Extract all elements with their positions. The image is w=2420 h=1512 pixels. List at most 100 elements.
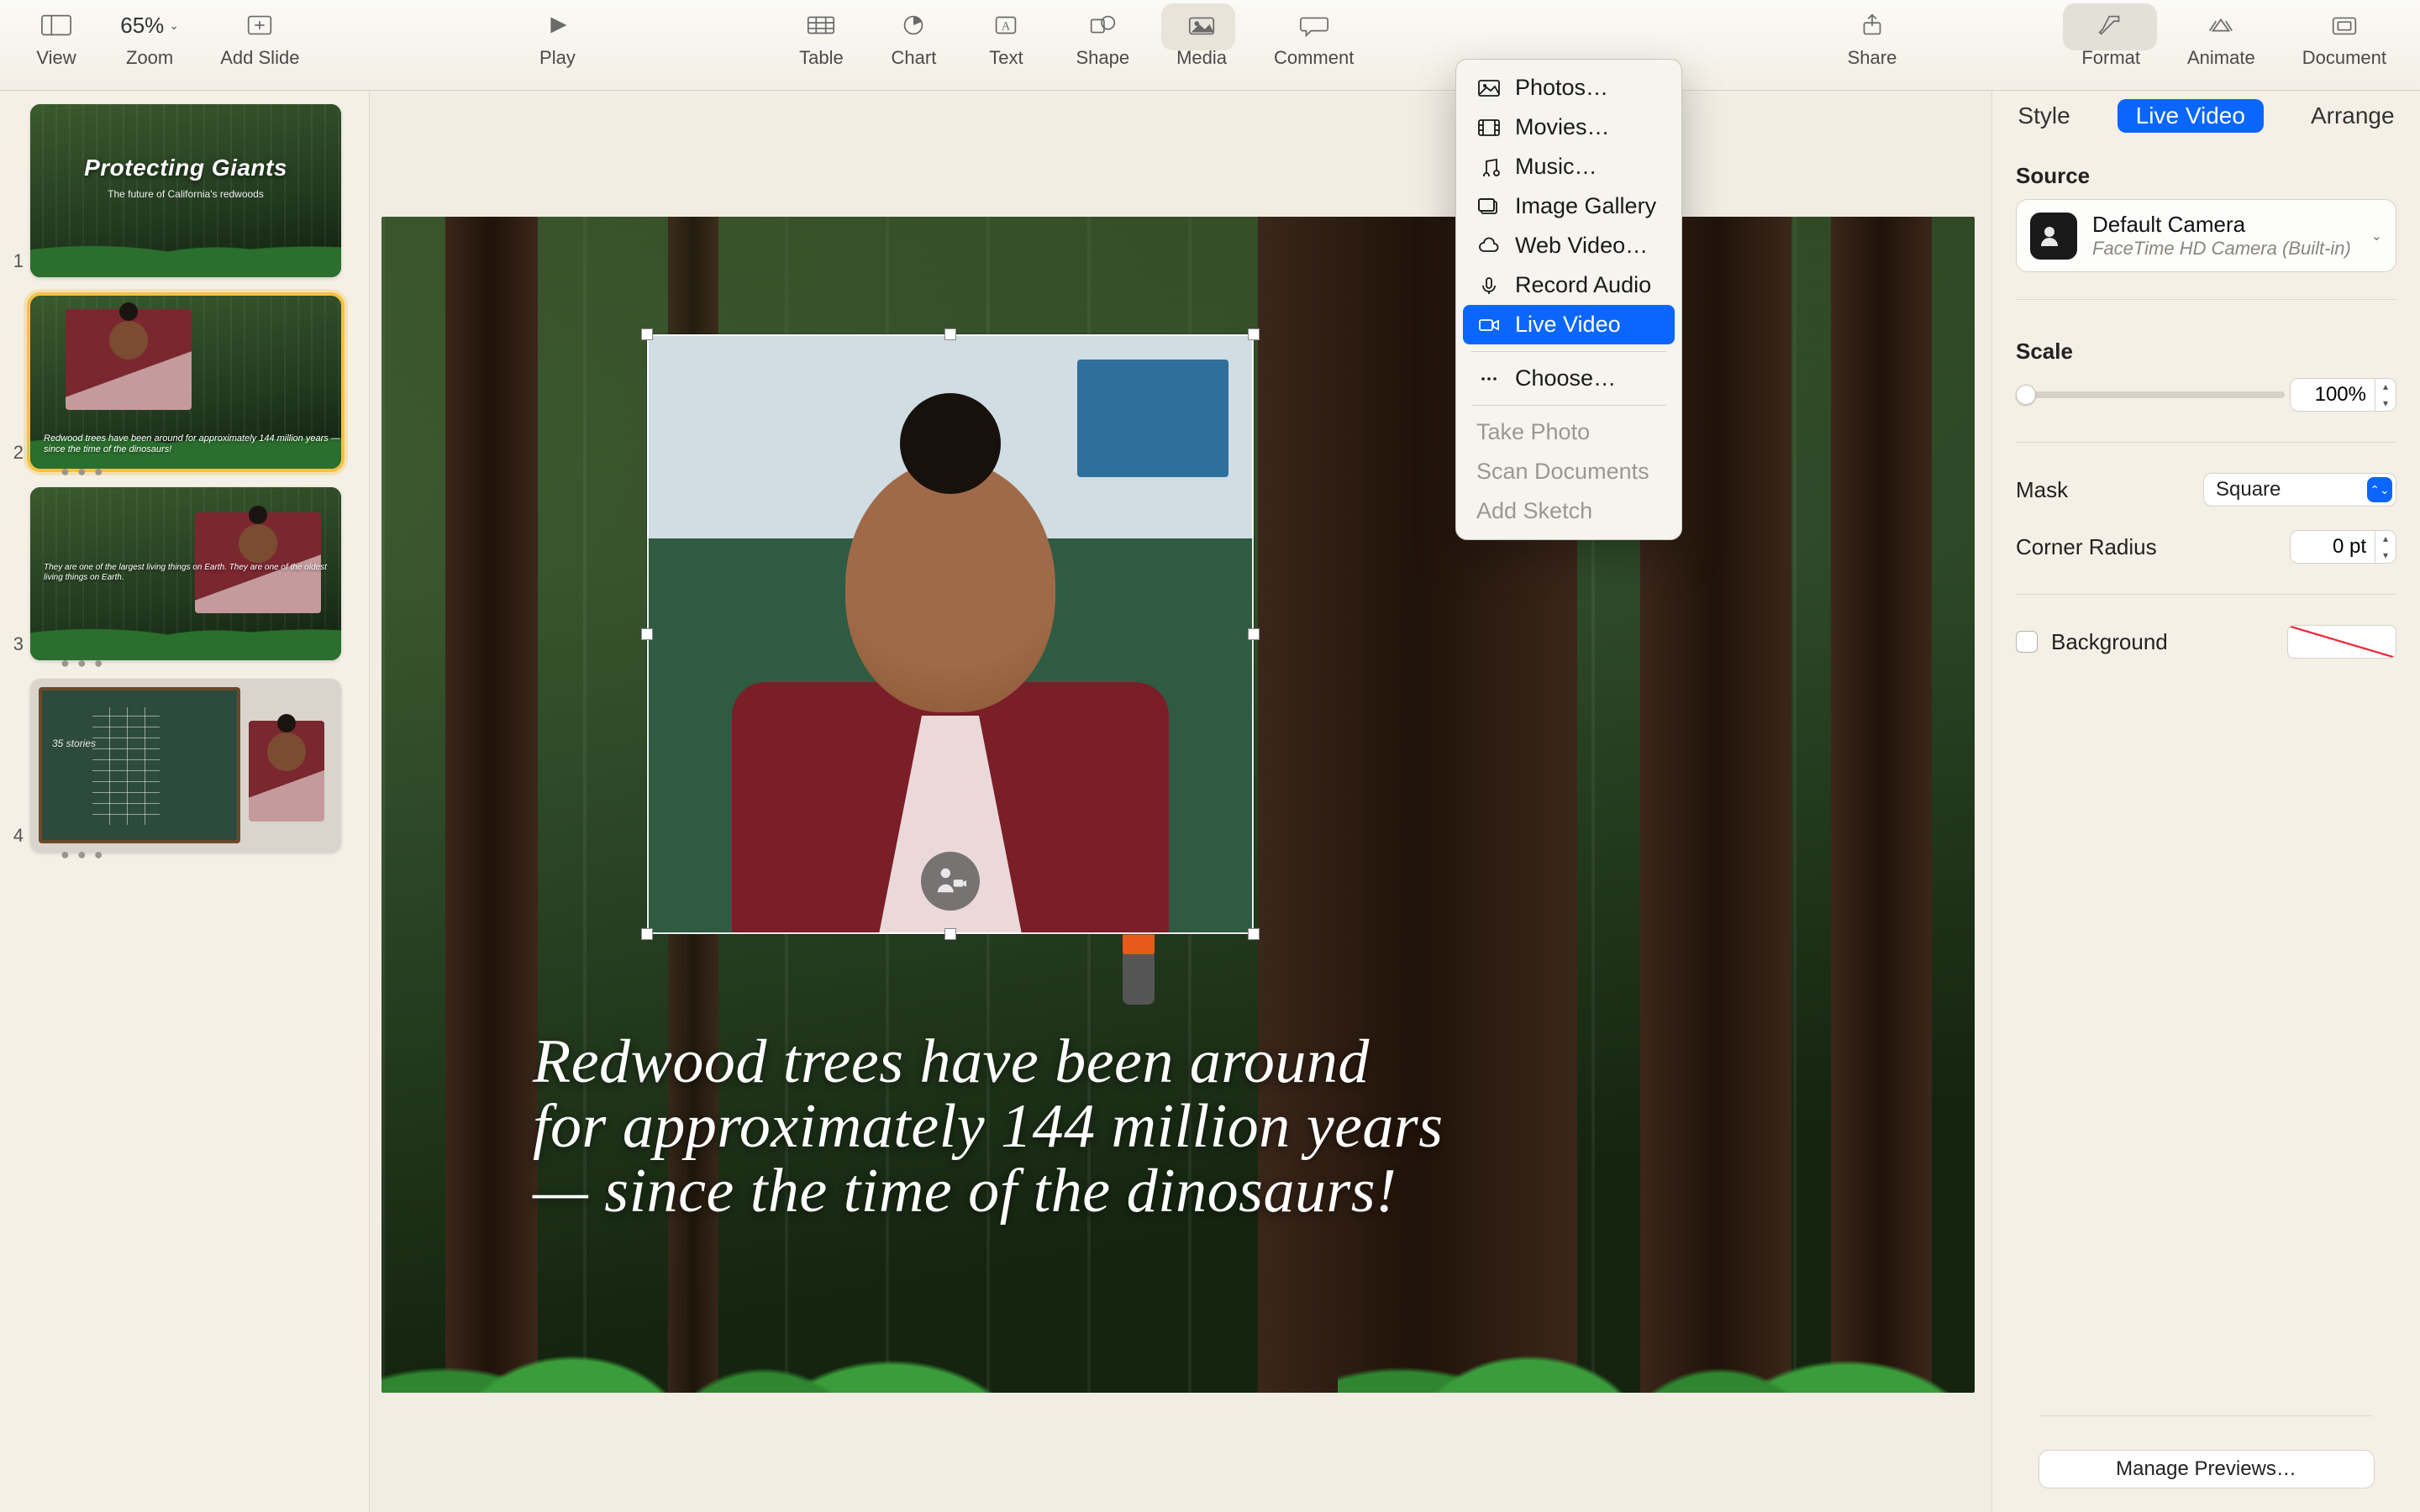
resize-handle[interactable] — [944, 328, 956, 340]
media-button[interactable]: Media — [1176, 8, 1227, 69]
tab-live-video[interactable]: Live Video — [2118, 99, 2264, 133]
shape-label: Shape — [1076, 47, 1129, 69]
menu-item-record-audio[interactable]: Record Audio — [1463, 265, 1675, 305]
menu-item-photos[interactable]: Photos… — [1463, 68, 1675, 108]
corner-radius-input[interactable] — [2291, 535, 2375, 559]
menu-item-label: Scan Documents — [1476, 459, 1649, 485]
media-icon — [1179, 8, 1224, 42]
scale-input[interactable] — [2291, 383, 2375, 407]
cloud-icon — [1476, 235, 1502, 257]
menu-item-add-sketch: Add Sketch — [1463, 491, 1675, 531]
select-chevron-icon: ⌃⌄ — [2367, 477, 2392, 502]
menu-separator — [1471, 405, 1666, 406]
format-label: Format — [2081, 47, 2140, 69]
resize-handle[interactable] — [641, 628, 653, 640]
scale-slider[interactable] — [2016, 391, 2285, 398]
document-icon — [2322, 8, 2367, 42]
format-button[interactable]: Format — [2081, 8, 2140, 69]
scale-stepper[interactable]: ▴▾ — [2375, 378, 2396, 412]
table-label: Table — [799, 47, 844, 69]
caption-line: Redwood trees have been around — [533, 1030, 1444, 1095]
document-button[interactable]: Document — [2302, 8, 2386, 69]
thumb-subtitle: The future of California's redwoods — [30, 188, 341, 200]
resize-handle[interactable] — [1248, 628, 1260, 640]
resize-handle[interactable] — [641, 928, 653, 940]
manage-previews-button[interactable]: Manage Previews… — [2039, 1450, 2375, 1488]
scale-field[interactable]: ▴▾ — [2290, 378, 2396, 412]
slide-number: 4 — [3, 825, 24, 847]
chart-button[interactable]: Chart — [891, 8, 936, 69]
mask-select[interactable]: Square ⌃⌄ — [2203, 473, 2396, 507]
source-subtitle: FaceTime HD Camera (Built-in) — [2092, 238, 2351, 260]
source-selector[interactable]: Default Camera FaceTime HD Camera (Built… — [2016, 199, 2396, 272]
slide-number: 3 — [3, 633, 24, 655]
slide-thumb-1[interactable]: 1 Protecting Giants The future of Califo… — [30, 104, 359, 277]
corner-radius-label: Corner Radius — [2016, 534, 2157, 560]
photo-icon — [1476, 77, 1502, 99]
slides-navigator[interactable]: 1 Protecting Giants The future of Califo… — [0, 91, 370, 1512]
mic-icon — [1476, 275, 1502, 297]
plus-icon — [237, 8, 282, 42]
chevron-down-icon: ⌄ — [169, 18, 179, 33]
caption-line: for approximately 144 million years — [533, 1095, 1444, 1159]
comment-button[interactable]: Comment — [1274, 8, 1354, 69]
menu-item-live-video[interactable]: Live Video — [1463, 305, 1675, 344]
resize-handle[interactable] — [1248, 928, 1260, 940]
menu-item-web-video[interactable]: Web Video… — [1463, 226, 1675, 265]
thumb-caption: They are one of the largest living thing… — [44, 563, 341, 583]
inspector-panel: Style Live Video Arrange Source Default … — [1991, 91, 2420, 1512]
view-label: View — [36, 47, 76, 69]
tab-style[interactable]: Style — [1999, 99, 2088, 133]
zoom-button[interactable]: 65% ⌄ Zoom — [126, 8, 173, 69]
chevron-down-icon: ⌄ — [2371, 228, 2382, 244]
thumb-caption: Redwood trees have been around for appro… — [44, 433, 341, 455]
tab-arrange[interactable]: Arrange — [2292, 99, 2413, 133]
menu-item-label: Image Gallery — [1515, 193, 1656, 219]
text-button[interactable]: A Text — [983, 8, 1028, 69]
canvas-area[interactable]: Redwood trees have been around for appro… — [370, 91, 1991, 1512]
menu-item-label: Take Photo — [1476, 419, 1590, 445]
mask-label: Mask — [2016, 477, 2068, 503]
resize-handle[interactable] — [641, 328, 653, 340]
menu-item-movies[interactable]: Movies… — [1463, 108, 1675, 147]
slide-thumb-2[interactable]: 2 Redwood trees have been around for app… — [30, 296, 359, 469]
film-icon — [1476, 117, 1502, 139]
corner-radius-field[interactable]: ▴▾ — [2290, 530, 2396, 564]
animate-button[interactable]: Animate — [2187, 8, 2255, 69]
camera-icon — [2030, 213, 2077, 260]
play-button[interactable]: Play — [534, 8, 580, 69]
background-color-swatch[interactable] — [2287, 625, 2396, 659]
live-video-object[interactable] — [647, 334, 1254, 934]
shape-button[interactable]: Shape — [1076, 8, 1129, 69]
chart-label: Chart — [892, 47, 937, 69]
menu-item-image-gallery[interactable]: Image Gallery — [1463, 186, 1675, 226]
resize-handle[interactable] — [944, 928, 956, 940]
menu-separator — [1471, 351, 1666, 352]
music-icon — [1476, 156, 1502, 178]
add-slide-button[interactable]: Add Slide — [220, 8, 299, 69]
zoom-value-box: 65% ⌄ — [127, 8, 172, 42]
menu-item-music[interactable]: Music… — [1463, 147, 1675, 186]
slide-thumb-4[interactable]: 4 35 stories ● ● ● — [30, 679, 359, 852]
menu-item-take-photo: Take Photo — [1463, 412, 1675, 452]
play-icon — [534, 8, 580, 42]
toolbar: View 65% ⌄ Zoom Add Slide Play Ta — [0, 0, 2420, 91]
chart-icon — [891, 8, 936, 42]
share-button[interactable]: Share — [1848, 8, 1897, 69]
view-button[interactable]: View — [34, 8, 79, 69]
table-button[interactable]: Table — [798, 8, 844, 69]
thumb-indicators: ● ● ● — [60, 463, 105, 480]
background-checkbox[interactable] — [2016, 631, 2038, 653]
menu-item-choose[interactable]: Choose… — [1463, 359, 1675, 398]
text-label: Text — [989, 47, 1023, 69]
corner-radius-stepper[interactable]: ▴▾ — [2375, 530, 2396, 564]
table-icon — [798, 8, 844, 42]
slide-thumb-3[interactable]: 3 They are one of the largest living thi… — [30, 487, 359, 660]
resize-handle[interactable] — [1248, 328, 1260, 340]
slide-caption[interactable]: Redwood trees have been around for appro… — [533, 1030, 1444, 1224]
play-label: Play — [539, 47, 576, 69]
slide-canvas[interactable]: Redwood trees have been around for appro… — [381, 217, 1975, 1393]
document-label: Document — [2302, 47, 2386, 69]
svg-text:A: A — [1002, 20, 1011, 34]
add-slide-label: Add Slide — [220, 47, 299, 69]
